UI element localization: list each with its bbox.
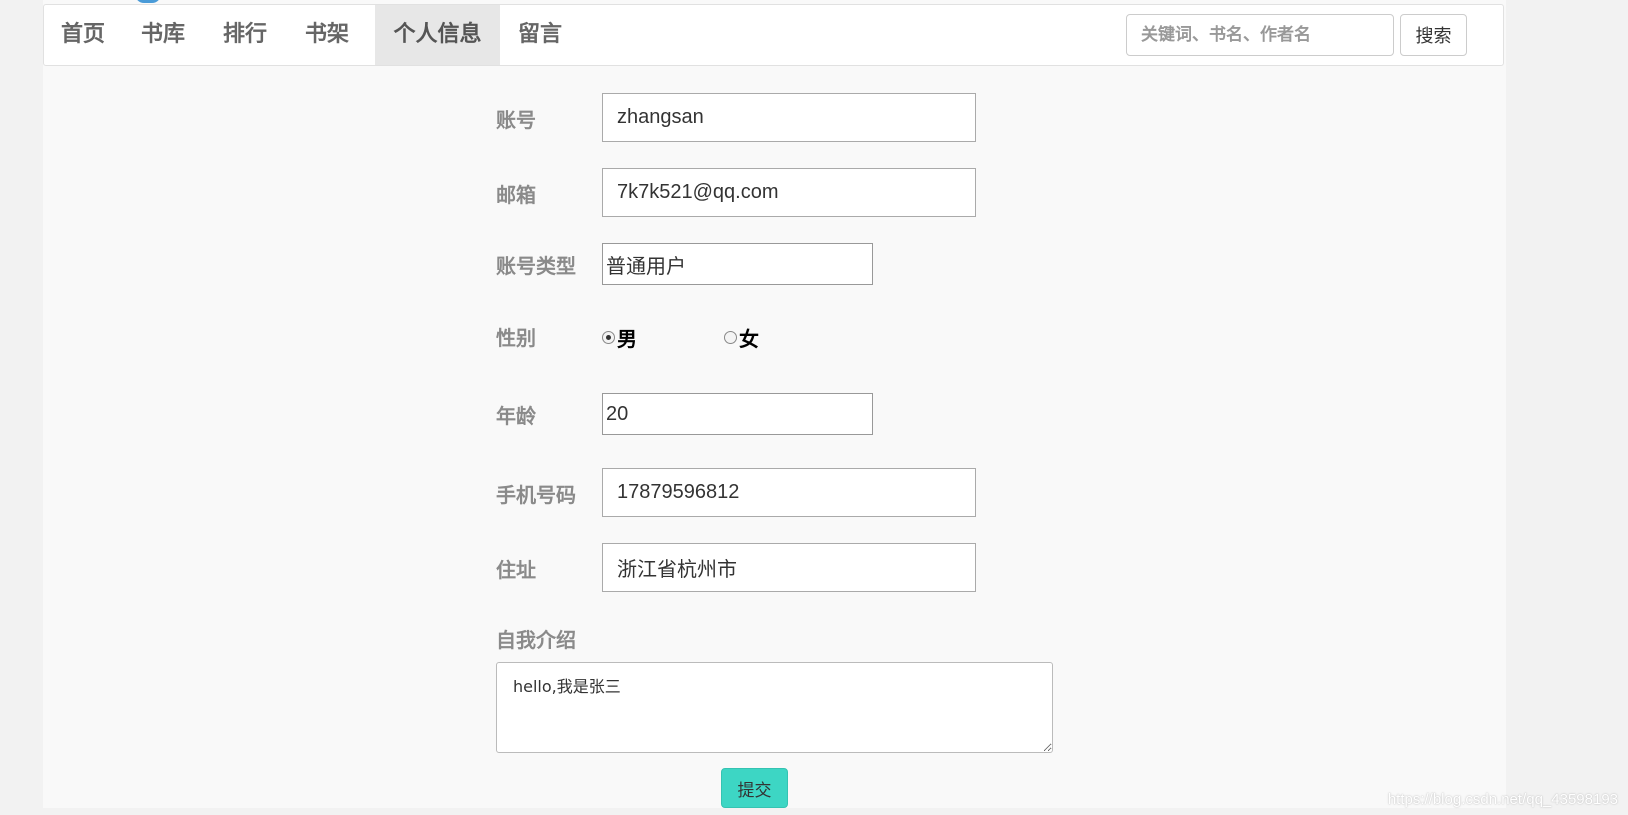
gender-male-label: 男 <box>617 327 637 351</box>
intro-label: 自我介绍 <box>496 628 576 652</box>
nav-item-messages[interactable]: 留言 <box>500 5 580 65</box>
nav-item-library[interactable]: 书库 <box>122 5 204 65</box>
submit-button[interactable]: 提交 <box>721 768 788 808</box>
account-field[interactable] <box>602 93 976 142</box>
account-type-field[interactable] <box>602 243 873 285</box>
nav-item-bookshelf[interactable]: 书架 <box>286 5 368 65</box>
account-label: 账号 <box>496 108 536 132</box>
gender-label: 性别 <box>496 326 536 350</box>
phone-field[interactable] <box>602 468 976 517</box>
email-label: 邮箱 <box>496 183 536 207</box>
address-field[interactable] <box>602 543 976 592</box>
gender-option-male[interactable]: 男 <box>602 323 637 352</box>
radio-female[interactable] <box>724 331 737 344</box>
top-navbar: 首页 书库 排行 书架 个人信息 留言 搜索 <box>43 4 1504 66</box>
gender-female-label: 女 <box>739 327 759 351</box>
search-button[interactable]: 搜索 <box>1400 14 1467 56</box>
phone-label: 手机号码 <box>496 483 576 507</box>
logo-icon <box>135 0 161 3</box>
gender-option-female[interactable]: 女 <box>724 323 759 352</box>
nav-item-ranking[interactable]: 排行 <box>204 5 286 65</box>
address-label: 住址 <box>496 558 536 582</box>
account-type-label: 账号类型 <box>496 254 576 278</box>
search-input[interactable] <box>1126 14 1394 56</box>
watermark: https://blog.csdn.net/qq_43598193 <box>1387 791 1618 808</box>
age-field[interactable] <box>602 393 873 435</box>
nav-item-profile[interactable]: 个人信息 <box>375 5 500 65</box>
email-field[interactable] <box>602 168 976 217</box>
page-container: 首页 书库 排行 书架 个人信息 留言 搜索 账号 邮箱 账号类型 性别 男 女… <box>43 0 1506 808</box>
intro-textarea[interactable]: hello,我是张三 <box>496 662 1053 753</box>
nav-item-home[interactable]: 首页 <box>44 5 122 65</box>
age-label: 年龄 <box>496 404 536 428</box>
radio-male[interactable] <box>602 331 615 344</box>
